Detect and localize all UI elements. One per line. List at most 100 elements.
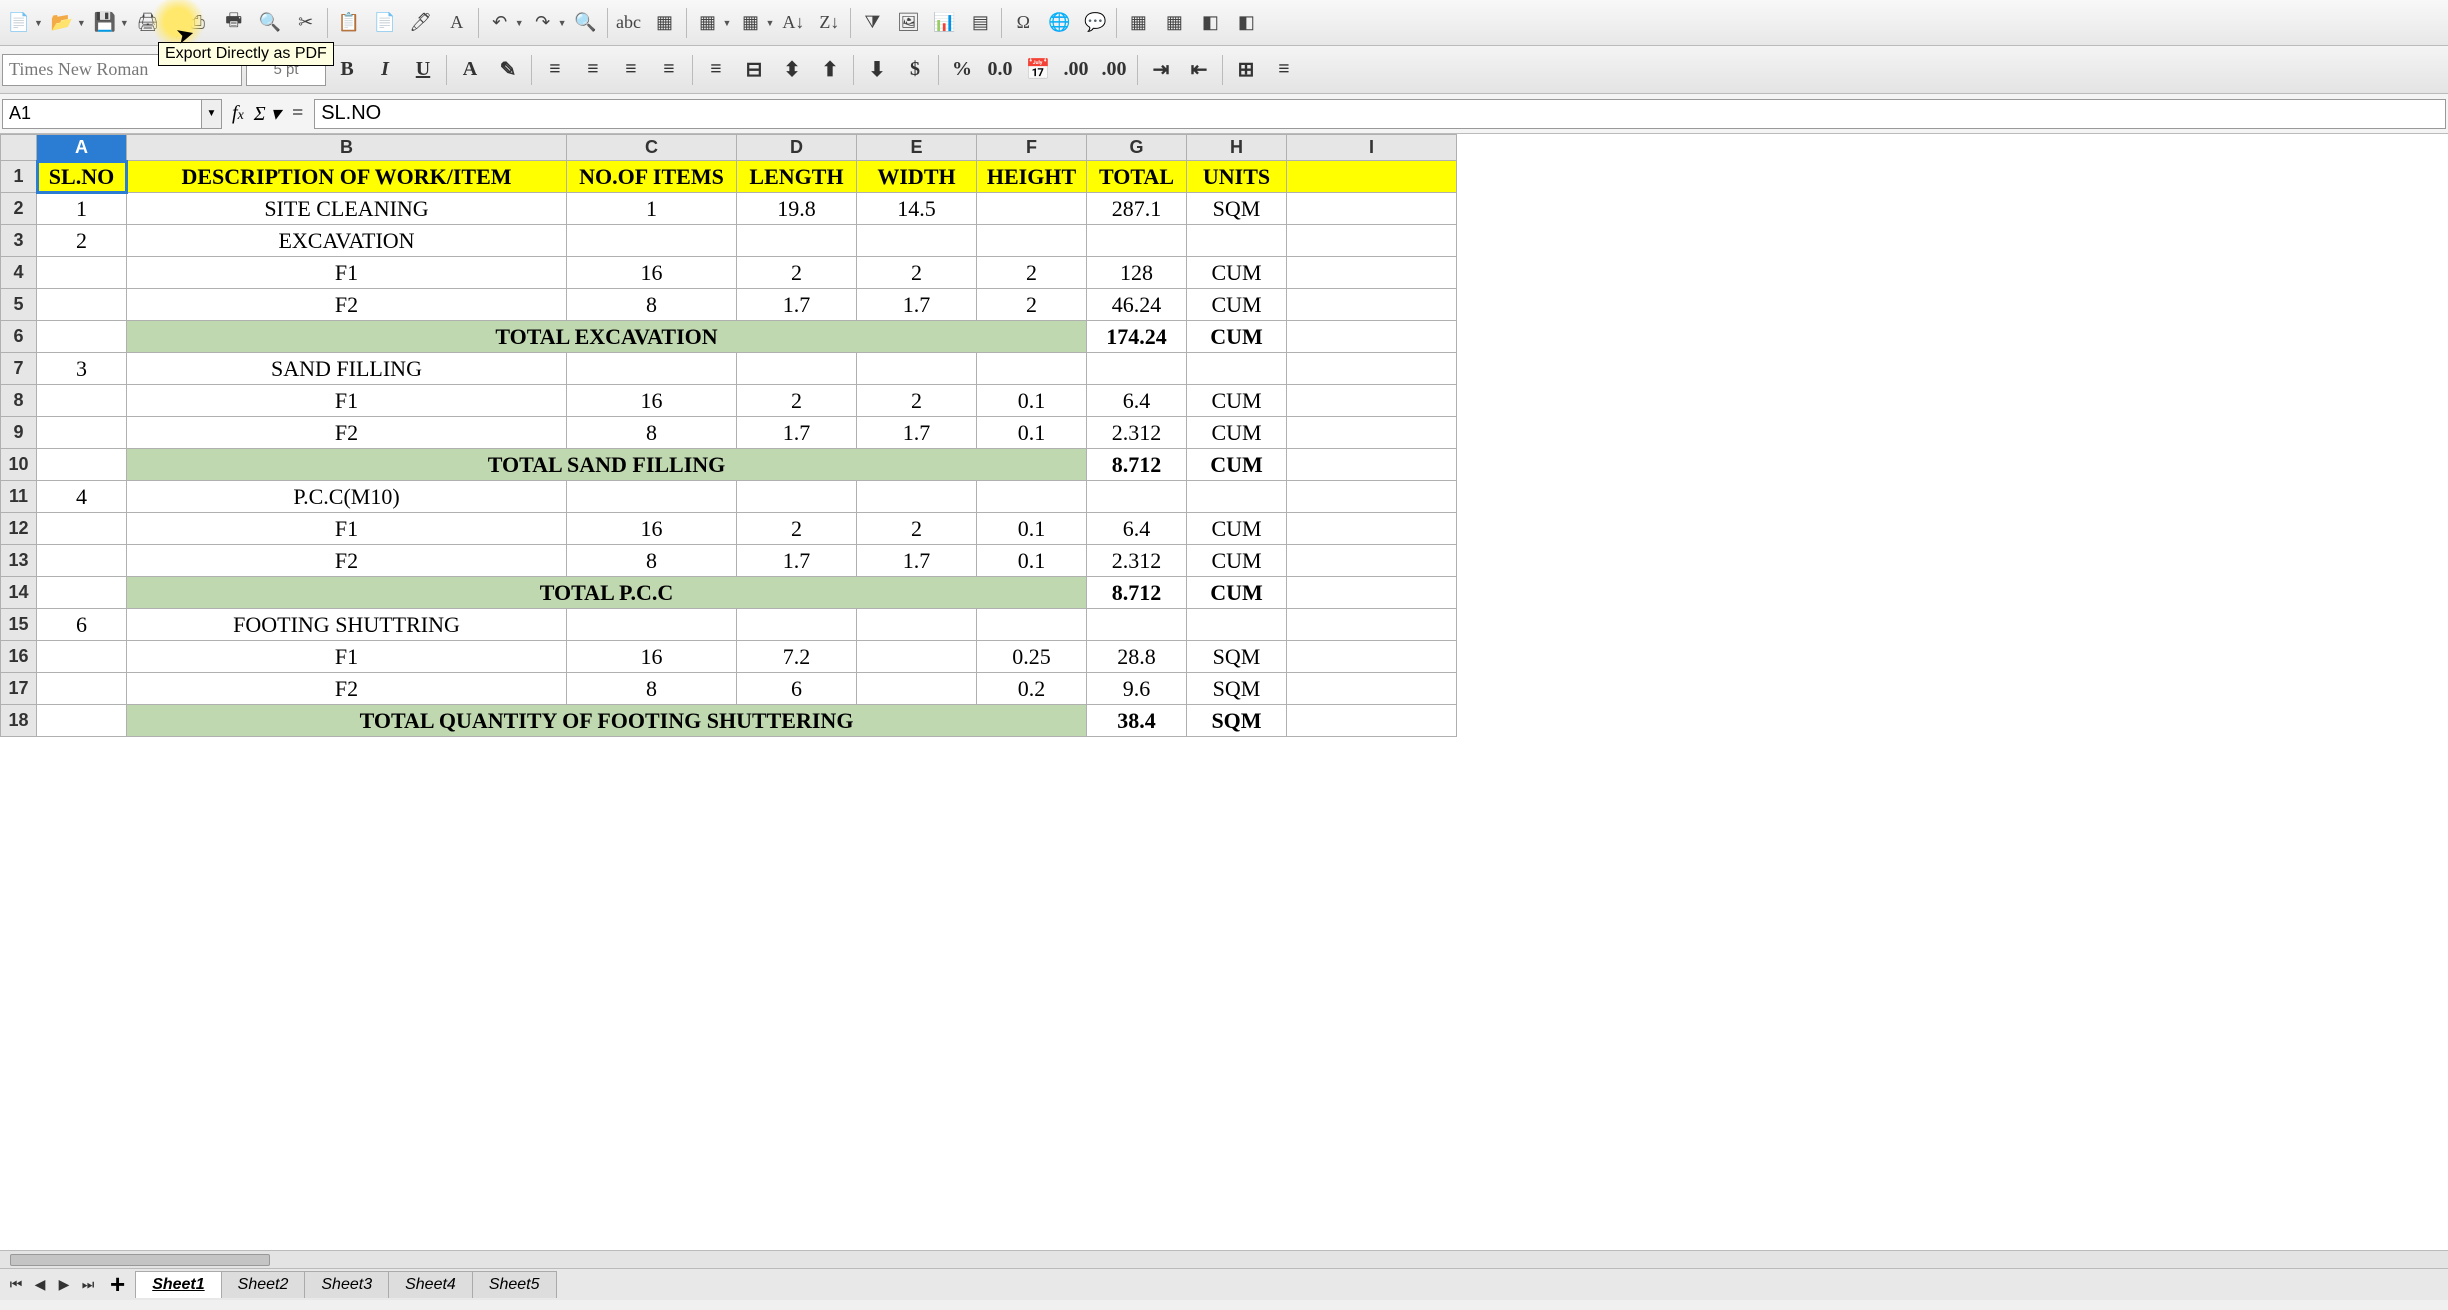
cell-D17[interactable]: 6: [737, 673, 857, 705]
cell-B5[interactable]: F2: [127, 289, 567, 321]
cell-C8[interactable]: 16: [567, 385, 737, 417]
format-button-3[interactable]: A: [453, 53, 487, 87]
cell-G14[interactable]: 8.712: [1087, 577, 1187, 609]
toolbar-button-3[interactable]: 🖨: [131, 6, 165, 40]
format-button-2[interactable]: U: [406, 53, 440, 87]
row-header-4[interactable]: 4: [1, 257, 37, 289]
row-header-6[interactable]: 6: [1, 321, 37, 353]
cell-G11[interactable]: [1087, 481, 1187, 513]
cell-C12[interactable]: 16: [567, 513, 737, 545]
cell-A10[interactable]: [37, 449, 127, 481]
sheet-tab-sheet2[interactable]: Sheet2: [221, 1271, 306, 1298]
cell-F9[interactable]: 0.1: [977, 417, 1087, 449]
toolbar-button-1[interactable]: 📂: [45, 6, 79, 40]
cell-A2[interactable]: 1: [37, 193, 127, 225]
cell-I6[interactable]: [1287, 321, 1457, 353]
row-header-16[interactable]: 16: [1, 641, 37, 673]
cell-E16[interactable]: [857, 641, 977, 673]
cell-A5[interactable]: [37, 289, 127, 321]
cell-E8[interactable]: 2: [857, 385, 977, 417]
equals-icon[interactable]: =: [291, 102, 305, 125]
format-button-5[interactable]: ≡: [538, 53, 572, 87]
toolbar-button-26[interactable]: 🌐: [1042, 6, 1076, 40]
toolbar-button-10[interactable]: 🖊: [404, 6, 438, 40]
cell-H13[interactable]: CUM: [1187, 545, 1287, 577]
cell-D4[interactable]: 2: [737, 257, 857, 289]
cell-E9[interactable]: 1.7: [857, 417, 977, 449]
format-button-4[interactable]: ✎: [491, 53, 525, 87]
cell-G17[interactable]: 9.6: [1087, 673, 1187, 705]
column-header-D[interactable]: D: [737, 135, 857, 161]
cell-I13[interactable]: [1287, 545, 1457, 577]
cell-A6[interactable]: [37, 321, 127, 353]
row-header-3[interactable]: 3: [1, 225, 37, 257]
format-button-21[interactable]: ⇤: [1182, 53, 1216, 87]
row-header-2[interactable]: 2: [1, 193, 37, 225]
format-button-1[interactable]: I: [368, 53, 402, 87]
tab-nav-first[interactable]: ⏮: [4, 1273, 28, 1297]
cell-A18[interactable]: [37, 705, 127, 737]
cell-F16[interactable]: 0.25: [977, 641, 1087, 673]
formula-input[interactable]: [314, 99, 2446, 129]
horizontal-scrollbar[interactable]: [0, 1250, 2448, 1268]
cell-C11[interactable]: [567, 481, 737, 513]
cell-I8[interactable]: [1287, 385, 1457, 417]
cell-G16[interactable]: 28.8: [1087, 641, 1187, 673]
row-header-18[interactable]: 18: [1, 705, 37, 737]
spreadsheet-grid[interactable]: ABCDEFGHI1SL.NODESCRIPTION OF WORK/ITEMN…: [0, 134, 2448, 1250]
toolbar-button-8[interactable]: 📋: [332, 6, 366, 40]
cell-B3[interactable]: EXCAVATION: [127, 225, 567, 257]
cell-G8[interactable]: 6.4: [1087, 385, 1187, 417]
format-button-15[interactable]: %: [945, 53, 979, 87]
cell-E4[interactable]: 2: [857, 257, 977, 289]
fx-icon[interactable]: fx: [232, 102, 244, 125]
sheet-tab-sheet1[interactable]: Sheet1: [135, 1271, 221, 1298]
toolbar-button-25[interactable]: Ω: [1006, 6, 1040, 40]
row-header-13[interactable]: 13: [1, 545, 37, 577]
cell-F7[interactable]: [977, 353, 1087, 385]
row-header-7[interactable]: 7: [1, 353, 37, 385]
cell-H8[interactable]: CUM: [1187, 385, 1287, 417]
cell-G9[interactable]: 2.312: [1087, 417, 1187, 449]
format-button-8[interactable]: ≡: [652, 53, 686, 87]
cell-D1[interactable]: LENGTH: [737, 161, 857, 193]
cell-B13[interactable]: F2: [127, 545, 567, 577]
cell-E5[interactable]: 1.7: [857, 289, 977, 321]
toolbar-button-9[interactable]: 📄: [368, 6, 402, 40]
column-header-E[interactable]: E: [857, 135, 977, 161]
format-button-14[interactable]: $: [898, 53, 932, 87]
cell-E17[interactable]: [857, 673, 977, 705]
total-label-row6[interactable]: TOTAL EXCAVATION: [127, 321, 1087, 353]
cell-A14[interactable]: [37, 577, 127, 609]
cell-G10[interactable]: 8.712: [1087, 449, 1187, 481]
format-button-13[interactable]: ⬇: [860, 53, 894, 87]
cell-D7[interactable]: [737, 353, 857, 385]
row-header-9[interactable]: 9: [1, 417, 37, 449]
cell-A7[interactable]: 3: [37, 353, 127, 385]
toolbar-button-17[interactable]: ▦: [691, 6, 725, 40]
row-header-14[interactable]: 14: [1, 577, 37, 609]
cell-I11[interactable]: [1287, 481, 1457, 513]
toolbar-button-16[interactable]: ▦: [648, 6, 682, 40]
cell-I3[interactable]: [1287, 225, 1457, 257]
cell-C1[interactable]: NO.OF ITEMS: [567, 161, 737, 193]
cell-G7[interactable]: [1087, 353, 1187, 385]
cell-C2[interactable]: 1: [567, 193, 737, 225]
cell-C17[interactable]: 8: [567, 673, 737, 705]
cell-F4[interactable]: 2: [977, 257, 1087, 289]
cell-I1[interactable]: [1287, 161, 1457, 193]
cell-I15[interactable]: [1287, 609, 1457, 641]
sigma-icon[interactable]: Σ ▾: [254, 101, 281, 126]
toolbar-button-4[interactable]: ⎙: [181, 6, 215, 40]
cell-F11[interactable]: [977, 481, 1087, 513]
cell-H15[interactable]: [1187, 609, 1287, 641]
cell-I9[interactable]: [1287, 417, 1457, 449]
cell-G5[interactable]: 46.24: [1087, 289, 1187, 321]
cell-C13[interactable]: 8: [567, 545, 737, 577]
format-button-6[interactable]: ≡: [576, 53, 610, 87]
toolbar-button-12[interactable]: ↶: [483, 6, 517, 40]
cell-A1[interactable]: SL.NO: [37, 161, 127, 193]
column-header-B[interactable]: B: [127, 135, 567, 161]
add-sheet-button[interactable]: +: [100, 1269, 135, 1300]
cell-E11[interactable]: [857, 481, 977, 513]
